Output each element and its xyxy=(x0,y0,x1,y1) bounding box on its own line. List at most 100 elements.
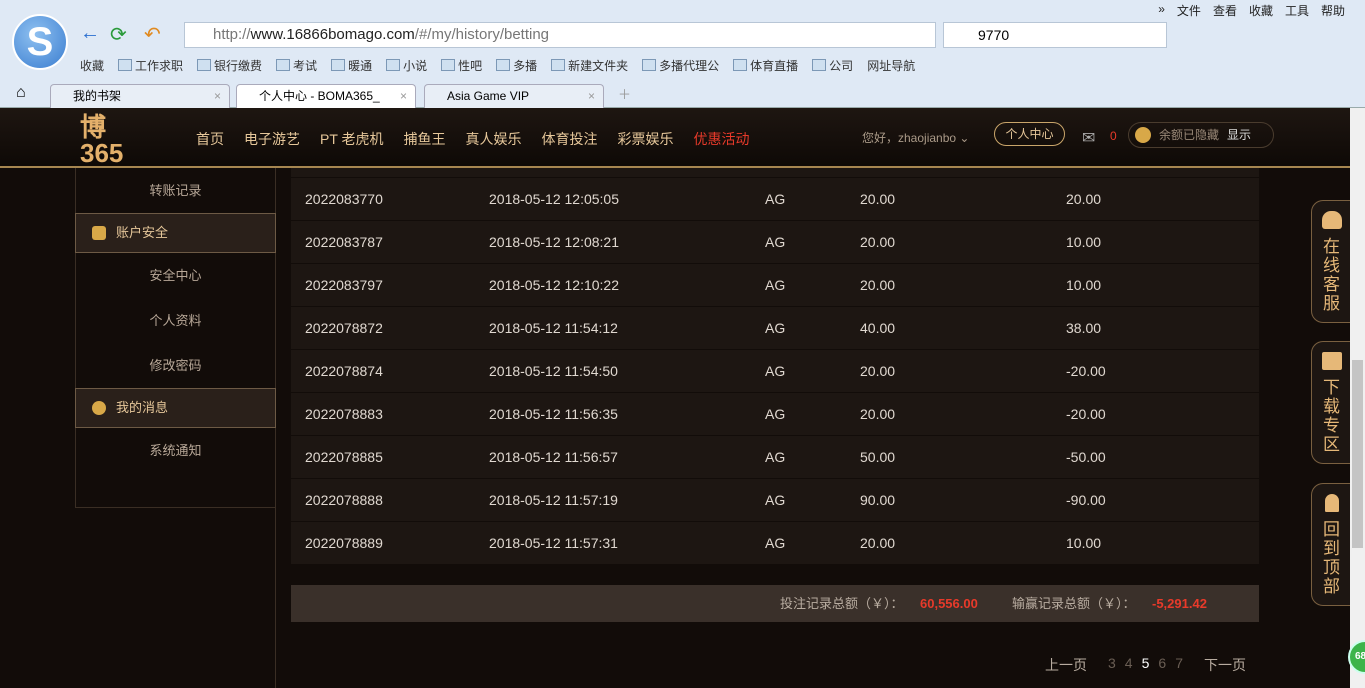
table-row: 2022078874 2018-05-12 11:54:50 AG 20.00 -20.… xyxy=(291,350,1259,393)
table-row-partial xyxy=(291,168,1259,178)
bookmark[interactable]: 多播 xyxy=(496,57,537,74)
bookmark[interactable]: 收藏 xyxy=(80,57,104,74)
win-total-label: 输赢记录总额（￥）： xyxy=(1012,596,1136,611)
menu-tools[interactable]: 工具 xyxy=(1285,2,1309,19)
menu-view[interactable]: 查看 xyxy=(1213,2,1237,19)
scrollbar[interactable] xyxy=(1350,108,1365,688)
nav-sports[interactable]: 体育投注 xyxy=(542,129,598,149)
bookmark[interactable]: 体育直播 xyxy=(733,57,798,74)
bookmark[interactable]: 工作求职 xyxy=(118,57,183,74)
order-id: 2022083787 xyxy=(305,234,383,250)
nav-fishing[interactable]: 捕鱼王 xyxy=(404,129,446,149)
next-page[interactable]: 下一页 xyxy=(1204,655,1246,675)
win-loss: 10.00 xyxy=(1066,234,1102,250)
back-to-top-button[interactable]: 回到顶部 xyxy=(1311,483,1351,606)
bookmark[interactable]: 考试 xyxy=(276,57,317,74)
back-icon[interactable]: ← xyxy=(80,22,100,45)
sidebar-item-password[interactable]: 修改密码 xyxy=(76,343,275,388)
platform: AG xyxy=(765,363,786,379)
nav-lottery[interactable]: 彩票娱乐 xyxy=(618,129,674,149)
win-loss: 20.00 xyxy=(1066,191,1102,207)
scrollbar-thumb[interactable] xyxy=(1352,360,1363,548)
download-button[interactable]: 下载专区 xyxy=(1311,341,1351,464)
bet-time: 2018-05-12 11:54:50 xyxy=(489,363,618,379)
nav-live[interactable]: 真人娱乐 xyxy=(466,129,522,149)
sidebar-group-messages[interactable]: 我的消息 xyxy=(75,388,276,428)
bookmark[interactable]: 多播代理公 xyxy=(642,57,719,74)
table-row: 2022078888 2018-05-12 11:57:19 AG 90.00 -90.… xyxy=(291,479,1259,522)
undo-icon[interactable]: ↶ xyxy=(144,22,161,47)
sidebar-group-security[interactable]: 账户安全 xyxy=(75,213,276,253)
menu-more[interactable]: » xyxy=(1158,2,1165,19)
order-id: 2022078885 xyxy=(305,449,383,465)
home-icon[interactable]: ⌂ xyxy=(16,84,26,102)
site-logo[interactable]: 博 365 xyxy=(80,114,160,166)
sidebar-item-security-center[interactable]: 安全中心 xyxy=(76,253,275,298)
table-row: 2022078889 2018-05-12 11:57:31 AG 20.00 10.0… xyxy=(291,522,1259,565)
table-row: 2022083797 2018-05-12 12:10:22 AG 20.00 10.0… xyxy=(291,264,1259,307)
order-id: 2022078874 xyxy=(305,363,383,379)
nav-home[interactable]: 首页 xyxy=(196,129,224,149)
table-row: 2022078872 2018-05-12 11:54:12 AG 40.00 38.0… xyxy=(291,307,1259,350)
win-loss: -20.00 xyxy=(1066,363,1106,379)
page-3[interactable]: 3 xyxy=(1108,655,1116,675)
bookmarks-bar: 收藏 工作求职 银行缴费 考试 暖通 小说 性吧 多播 新建文件夹 多播代理公 … xyxy=(80,57,915,74)
bookmark[interactable]: 暖通 xyxy=(331,57,372,74)
tab-user-center[interactable]: 个人中心 - BOMA365_ × xyxy=(236,84,416,108)
order-id: 2022078888 xyxy=(305,492,383,508)
show-balance-button[interactable]: 显示 xyxy=(1227,123,1251,147)
sidebar-item-transfer[interactable]: 转账记录 xyxy=(76,168,275,213)
nav-pt-slots[interactable]: PT 老虎机 xyxy=(320,129,384,149)
tab-asia-game[interactable]: Asia Game VIP × xyxy=(424,84,604,108)
address-bar[interactable]: http://www.16866bomago.com/#/my/history/… xyxy=(184,22,936,48)
prev-page[interactable]: 上一页 xyxy=(1045,655,1087,675)
page-5[interactable]: 5 xyxy=(1142,655,1150,675)
bookmark[interactable]: 银行缴费 xyxy=(197,57,262,74)
win-total: -5,291.42 xyxy=(1152,596,1207,611)
balance-box: 余额已隐藏 显示 xyxy=(1128,122,1274,148)
bet-time: 2018-05-12 11:56:57 xyxy=(489,449,618,465)
nav-egames[interactable]: 电子游艺 xyxy=(244,129,300,149)
bet-amount: 20.00 xyxy=(860,191,896,207)
bookmark[interactable]: 公司 xyxy=(812,57,853,74)
platform: AG xyxy=(765,234,786,250)
bookmark[interactable]: 性吧 xyxy=(441,57,482,74)
bet-total-label: 投注记录总额（￥）： xyxy=(780,596,904,611)
refresh-icon[interactable]: ⟳ xyxy=(110,22,127,47)
search-box[interactable]: 9770 xyxy=(943,22,1167,48)
page-4[interactable]: 4 xyxy=(1125,655,1133,675)
bet-time: 2018-05-12 11:54:12 xyxy=(489,320,618,336)
tab-bookshelf[interactable]: 我的书架 × xyxy=(50,84,230,108)
bookmark[interactable]: 小说 xyxy=(386,57,427,74)
sidebar: 转账记录 账户安全 安全中心 个人资料 修改密码 我的消息 系统通知 xyxy=(75,168,276,508)
menu-help[interactable]: 帮助 xyxy=(1321,2,1345,19)
page-7[interactable]: 7 xyxy=(1175,655,1183,675)
user-center-button[interactable]: 个人中心 xyxy=(994,122,1065,146)
sidebar-item-profile[interactable]: 个人资料 xyxy=(76,298,275,343)
bookmark[interactable]: 网址导航 xyxy=(867,57,915,74)
close-icon[interactable]: × xyxy=(400,85,407,107)
device-icon xyxy=(1322,352,1342,370)
menu-favorites[interactable]: 收藏 xyxy=(1249,2,1273,19)
close-icon[interactable]: × xyxy=(588,85,595,107)
win-loss: 10.00 xyxy=(1066,277,1102,293)
win-loss: 10.00 xyxy=(1066,535,1102,551)
bet-time: 2018-05-12 11:57:31 xyxy=(489,535,618,551)
user-greeting[interactable]: 您好，zhaojianbo ⌄ xyxy=(862,129,969,146)
page-6[interactable]: 6 xyxy=(1158,655,1166,675)
menu-file[interactable]: 文件 xyxy=(1177,2,1201,19)
bookmark[interactable]: 新建文件夹 xyxy=(551,57,628,74)
site-header: 博 365 首页 电子游艺 PT 老虎机 捕鱼王 真人娱乐 体育投注 彩票娱乐 优… xyxy=(0,108,1350,168)
bet-time: 2018-05-12 12:05:05 xyxy=(489,191,619,207)
new-tab-button[interactable]: ＋ xyxy=(618,84,631,103)
win-loss: 38.00 xyxy=(1066,320,1102,336)
online-service-button[interactable]: 在线客服 xyxy=(1311,200,1351,323)
nav-promotions[interactable]: 优惠活动 xyxy=(694,129,750,149)
float-label: 在线客服 xyxy=(1323,237,1340,313)
mail-icon[interactable]: ✉ xyxy=(1082,128,1095,148)
sidebar-item-notices[interactable]: 系统通知 xyxy=(76,428,275,473)
bet-time: 2018-05-12 11:57:19 xyxy=(489,492,618,508)
bet-amount: 40.00 xyxy=(860,320,896,336)
headset-icon xyxy=(1322,211,1342,229)
close-icon[interactable]: × xyxy=(214,85,221,107)
